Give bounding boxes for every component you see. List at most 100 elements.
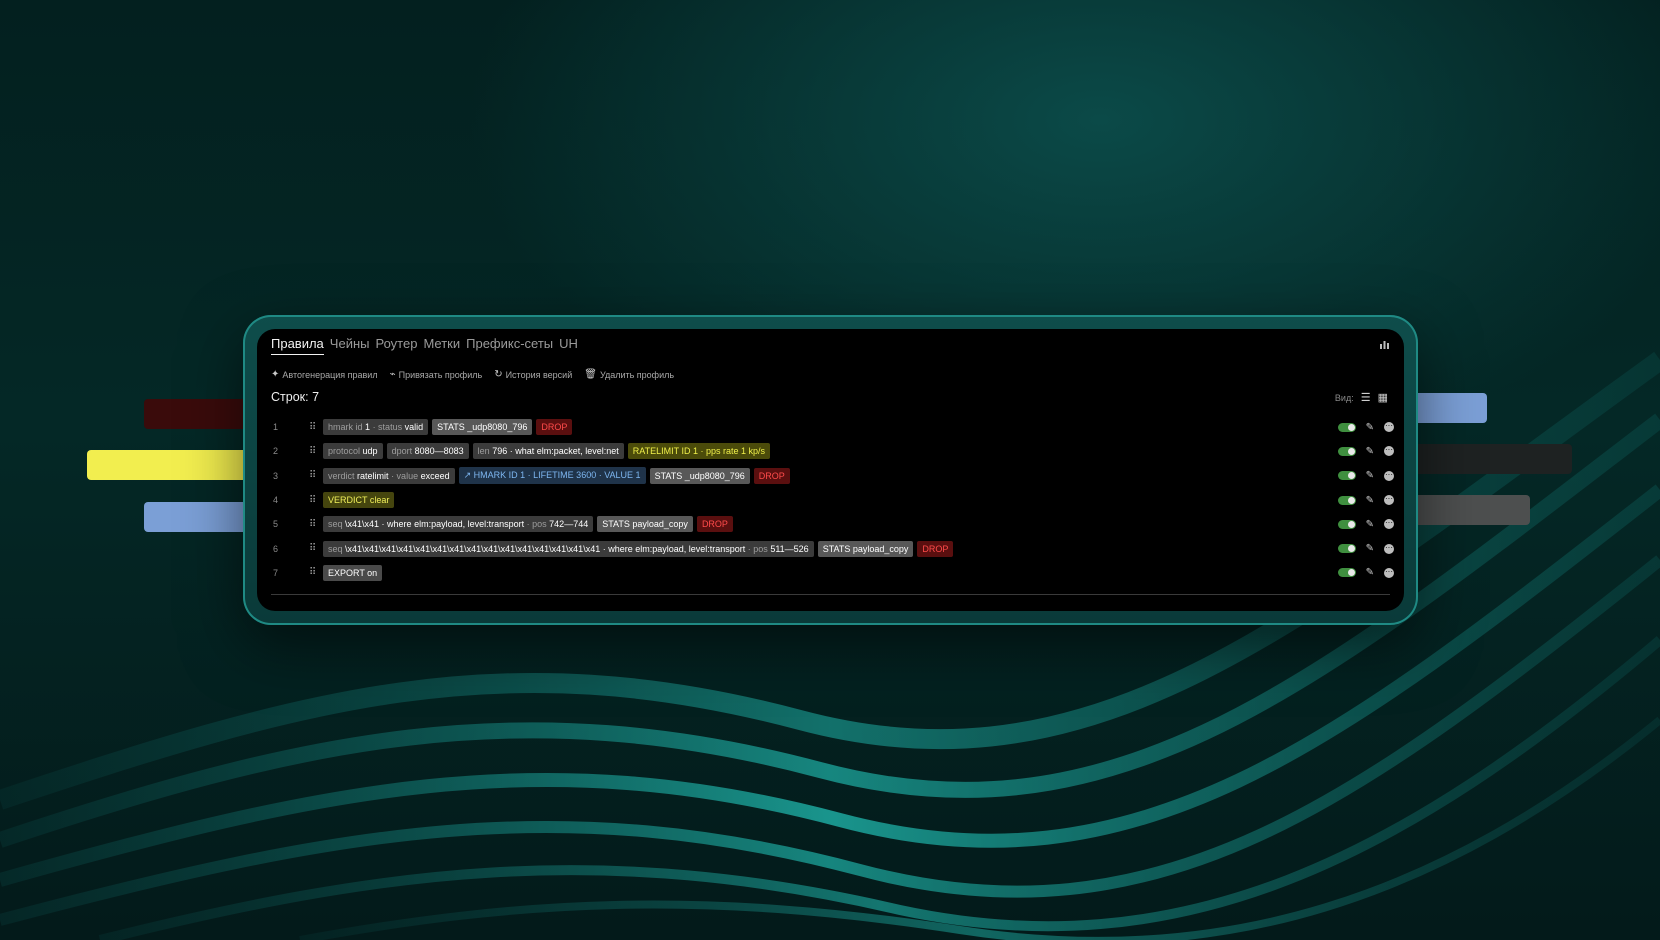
pencil-icon[interactable]: ✎ xyxy=(1366,446,1374,457)
table-row[interactable]: 5 ⠿ seq \x41\x41 · where elm:payload, leve… xyxy=(257,512,1404,536)
enable-toggle[interactable] xyxy=(1337,568,1356,578)
row-number: 4 xyxy=(273,495,279,506)
tab-marks[interactable]: Метки xyxy=(423,336,460,355)
pencil-icon[interactable]: ✎ xyxy=(1366,422,1374,433)
more-options-icon[interactable]: ··· xyxy=(1384,446,1394,457)
more-options-icon[interactable]: ··· xyxy=(1384,470,1394,481)
chip-key: seq xyxy=(328,519,343,530)
delete-profile-button[interactable]: 🗑 Удалить профиль xyxy=(584,369,674,380)
condition-chip[interactable]: len 796 · what elm:packet, level:net xyxy=(472,443,624,460)
chip-value: udp xyxy=(362,446,378,457)
pencil-icon[interactable]: ✎ xyxy=(1366,519,1374,530)
drop-chip[interactable]: DROP xyxy=(696,516,733,533)
tab-router[interactable]: Роутер xyxy=(375,336,417,355)
list-view-icon[interactable]: ☰ xyxy=(1361,391,1371,404)
list-divider xyxy=(271,594,1390,595)
enable-toggle[interactable] xyxy=(1337,544,1356,554)
more-options-icon[interactable]: ··· xyxy=(1384,495,1394,506)
hmark-chip[interactable]: ↗ HMARK ID 1 · LIFETIME 3600 · VALUE 1 xyxy=(458,467,646,485)
deco-bar-yellow xyxy=(87,450,264,480)
chip-value: 796 · what elm:packet, level:net xyxy=(492,446,619,457)
pencil-icon[interactable]: ✎ xyxy=(1366,495,1374,506)
more-options-icon[interactable]: ··· xyxy=(1384,519,1394,530)
rules-list: 1 ⠿ hmark id 1 · status valid STATS _udp80… xyxy=(257,415,1404,585)
rules-panel: Правила Чейны Роутер Метки Префикс-сеты … xyxy=(257,329,1404,611)
drag-handle-icon[interactable]: ⠿ xyxy=(309,519,316,530)
drag-handle-icon[interactable]: ⠿ xyxy=(309,446,316,457)
chip-key: · status xyxy=(372,422,403,433)
row-number: 5 xyxy=(273,519,279,530)
pencil-icon[interactable]: ✎ xyxy=(1366,567,1374,578)
more-options-icon[interactable]: ··· xyxy=(1384,567,1394,578)
rule-chips: VERDICT clear xyxy=(323,492,395,509)
table-row[interactable]: 7 ⠿ EXPORT on ✎ ··· xyxy=(257,561,1404,585)
chip-label: VERDICT clear xyxy=(328,495,390,506)
table-row[interactable]: 4 ⠿ VERDICT clear ✎ ··· xyxy=(257,488,1404,512)
row-number: 1 xyxy=(273,422,279,433)
condition-chip[interactable]: verdict ratelimit · value exceed xyxy=(323,467,455,484)
enable-toggle[interactable] xyxy=(1337,471,1356,481)
stats-chip[interactable]: STATS payload_copy xyxy=(597,516,693,533)
row-controls: ✎ ··· xyxy=(1337,567,1394,578)
rule-chips: seq \x41\x41 · where elm:payload, level:… xyxy=(323,516,733,533)
drop-chip[interactable]: DROP xyxy=(917,540,954,557)
chip-label: STATS payload_copy xyxy=(602,519,688,530)
row-controls: ✎ ··· xyxy=(1337,422,1394,433)
condition-chip[interactable]: seq \x41\x41\x41\x41\x41\x41\x41\x41\x41… xyxy=(323,540,814,557)
table-row[interactable]: 6 ⠿ seq \x41\x41\x41\x41\x41\x41\x41\x41\x… xyxy=(257,536,1404,560)
drag-handle-icon[interactable]: ⠿ xyxy=(309,470,316,481)
stats-chart-icon[interactable] xyxy=(1379,339,1390,352)
stats-chip[interactable]: STATS _udp8080_796 xyxy=(649,467,750,484)
stats-chip[interactable]: STATS payload_copy xyxy=(817,540,914,557)
table-row[interactable]: 2 ⠿ protocol udp dport 8080—8083 len 796 ·… xyxy=(257,439,1404,463)
chip-value: ratelimit xyxy=(357,470,389,481)
drag-handle-icon[interactable]: ⠿ xyxy=(309,495,316,506)
drop-chip[interactable]: DROP xyxy=(536,419,573,436)
drag-handle-icon[interactable]: ⠿ xyxy=(309,543,316,554)
chip-label: HMARK ID 1 · LIFETIME 3600 · VALUE 1 xyxy=(473,470,641,481)
chip-value: 511—526 xyxy=(770,543,809,554)
chip-key: · pos xyxy=(747,543,768,554)
condition-chip[interactable]: hmark id 1 · status valid xyxy=(323,419,429,436)
wand-icon: ✦ xyxy=(271,369,280,380)
drop-chip[interactable]: DROP xyxy=(753,467,790,484)
table-row[interactable]: 3 ⠿ verdict ratelimit · value exceed ↗ HMA… xyxy=(257,464,1404,488)
pencil-icon[interactable]: ✎ xyxy=(1366,543,1374,554)
chip-label: STATS _udp8080_796 xyxy=(654,470,745,481)
table-row[interactable]: 1 ⠿ hmark id 1 · status valid STATS _udp80… xyxy=(257,415,1404,439)
autogenerate-rules-button[interactable]: ✦ Автогенерация правил xyxy=(271,369,378,380)
more-options-icon[interactable]: ··· xyxy=(1384,422,1394,433)
export-chip[interactable]: EXPORT on xyxy=(323,564,383,581)
enable-toggle[interactable] xyxy=(1337,422,1356,432)
enable-toggle[interactable] xyxy=(1337,446,1356,456)
chip-key: · pos xyxy=(526,519,547,530)
more-options-icon[interactable]: ··· xyxy=(1384,543,1394,554)
chip-label: DROP xyxy=(701,519,728,530)
drag-handle-icon[interactable]: ⠿ xyxy=(309,567,316,578)
tab-uh[interactable]: UH xyxy=(559,336,578,355)
version-history-button[interactable]: ↻ История версий xyxy=(494,369,572,380)
history-icon: ↻ xyxy=(494,369,503,380)
condition-chip[interactable]: protocol udp xyxy=(323,443,383,460)
chip-key: verdict xyxy=(328,470,355,481)
attach-profile-button[interactable]: ⌁ Привязать профиль xyxy=(390,369,483,380)
rule-chips: verdict ratelimit · value exceed ↗ HMARK… xyxy=(323,467,790,485)
chip-value: \x41\x41 · where elm:payload, level:tran… xyxy=(345,519,525,530)
chip-value: \x41\x41\x41\x41\x41\x41\x41\x41\x41\x41… xyxy=(345,543,746,554)
grid-view-icon[interactable]: ▦ xyxy=(1378,391,1388,404)
chip-value: 742—744 xyxy=(549,519,589,530)
verdict-chip[interactable]: VERDICT clear xyxy=(323,492,395,509)
pencil-icon[interactable]: ✎ xyxy=(1366,470,1374,481)
drag-handle-icon[interactable]: ⠿ xyxy=(309,422,316,433)
rl-chip[interactable]: RATELIMIT ID 1 · pps rate 1 kp/s xyxy=(627,443,770,460)
enable-toggle[interactable] xyxy=(1337,519,1356,529)
condition-chip[interactable]: dport 8080—8083 xyxy=(386,443,469,460)
chip-key: protocol xyxy=(328,446,361,457)
tab-rules[interactable]: Правила xyxy=(271,336,324,355)
row-number: 7 xyxy=(273,567,279,578)
tab-prefix-sets[interactable]: Префикс-сеты xyxy=(466,336,553,355)
enable-toggle[interactable] xyxy=(1337,495,1356,505)
tab-chains[interactable]: Чейны xyxy=(330,336,370,355)
stats-chip[interactable]: STATS _udp8080_796 xyxy=(432,419,533,436)
condition-chip[interactable]: seq \x41\x41 · where elm:payload, level:… xyxy=(323,516,594,533)
